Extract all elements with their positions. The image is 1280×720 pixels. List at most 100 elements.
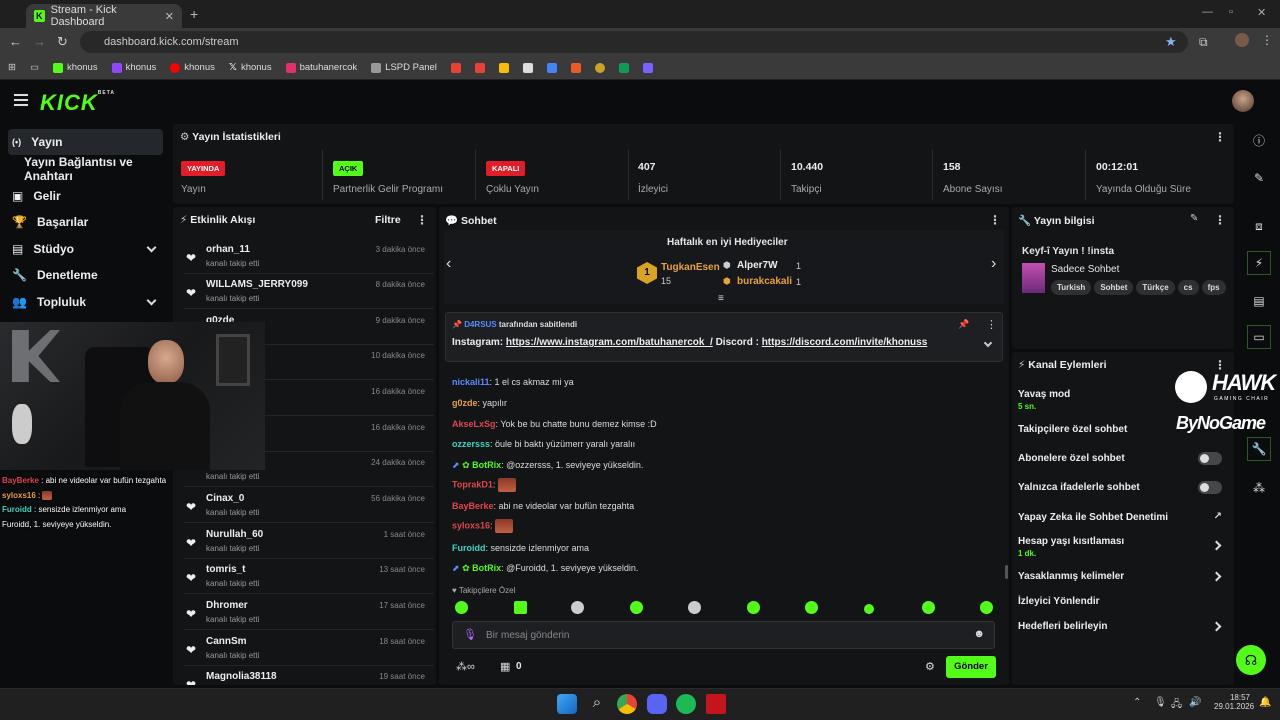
emote-icon[interactable] bbox=[922, 601, 935, 614]
sidebar-item-basarilar[interactable]: 🏆 Başarılar bbox=[8, 209, 163, 235]
external-link-icon[interactable]: ↗ bbox=[1214, 511, 1222, 522]
emote-icon[interactable] bbox=[514, 601, 527, 614]
bookmark-5[interactable]: batuhanercok bbox=[285, 62, 357, 73]
tag[interactable]: Sohbet bbox=[1094, 280, 1134, 295]
gmail-bookmark-icon[interactable] bbox=[450, 62, 461, 73]
new-tab-icon[interactable]: + bbox=[190, 6, 198, 22]
emotes-only-setting[interactable]: Yalnızca ifadelerle sohbet bbox=[1018, 481, 1228, 494]
back-icon[interactable]: ← bbox=[9, 34, 22, 49]
wrench-icon[interactable]: 🔧 bbox=[1247, 437, 1271, 461]
chrome-icon[interactable] bbox=[617, 694, 637, 714]
subscribers-only-setting[interactable]: Abonelere özel sohbet bbox=[1018, 452, 1228, 465]
close-window-icon[interactable]: ✕ bbox=[1257, 6, 1266, 19]
bookmark-6[interactable]: LSPD Panel bbox=[371, 62, 437, 73]
bookmark-4[interactable]: 𝕏khonus bbox=[229, 62, 272, 73]
emote-icon[interactable] bbox=[980, 601, 993, 614]
app-icon[interactable] bbox=[706, 694, 726, 714]
bookmark-star-icon[interactable]: ★ bbox=[1165, 34, 1177, 50]
stream-info-menu-icon[interactable]: ⋮ bbox=[1214, 213, 1226, 227]
collapse-icon[interactable]: ≡ bbox=[718, 293, 724, 304]
category-thumbnail[interactable] bbox=[1022, 263, 1045, 293]
apps-grid-icon[interactable]: ⊞ bbox=[8, 62, 16, 73]
folder-icon[interactable]: ▭ bbox=[30, 62, 39, 73]
tag[interactable]: Türkçe bbox=[1136, 280, 1175, 295]
maximize-icon[interactable]: ▫ bbox=[1229, 6, 1233, 18]
chat-icon[interactable]: ▭ bbox=[1247, 325, 1271, 349]
stats-menu-icon[interactable]: ⋮ bbox=[1214, 130, 1226, 144]
subscribers-only-toggle[interactable] bbox=[1198, 452, 1222, 465]
mic-icon[interactable]: 🎙 bbox=[463, 628, 477, 641]
sidebar-item-stream-key[interactable]: Yayın Bağlantısı ve Anahtarı bbox=[8, 155, 163, 183]
emoji-icon[interactable]: ☻ bbox=[973, 628, 985, 640]
edit-pencil-icon[interactable]: ✎ bbox=[1190, 213, 1198, 224]
forward-icon[interactable]: → bbox=[33, 34, 46, 49]
pinned-menu-icon[interactable]: ⋮ bbox=[986, 318, 997, 331]
crop-icon[interactable]: ⧈ bbox=[1247, 214, 1271, 238]
clock[interactable]: 18:57 29.01.2026 bbox=[1214, 693, 1254, 711]
gmail-bookmark-icon[interactable] bbox=[474, 62, 485, 73]
activity-icon[interactable]: ⚡ bbox=[1247, 251, 1271, 275]
sidebar-item-studyo[interactable]: ▤ Stüdyo bbox=[8, 236, 163, 262]
ai-moderation-setting[interactable]: Yapay Zeka ile Sohbet Denetimi ↗ bbox=[1018, 511, 1228, 523]
emote-icon[interactable] bbox=[864, 604, 874, 614]
next-arrow-icon[interactable]: › bbox=[991, 255, 996, 273]
banned-words-setting[interactable]: Yasaklanmış kelimeler bbox=[1018, 571, 1228, 582]
extensions-icon[interactable]: ⧉ bbox=[1199, 35, 1208, 50]
address-bar[interactable]: dashboard.kick.com/stream bbox=[80, 31, 1188, 53]
tray-chevron-icon[interactable]: ⌃ bbox=[1133, 697, 1141, 708]
support-headset-icon[interactable]: ☊ bbox=[1236, 645, 1266, 675]
info-icon[interactable]: ⓘ bbox=[1247, 128, 1271, 152]
sidebar-item-topluluk[interactable]: 👥 Topluluk bbox=[8, 289, 163, 315]
instagram-link[interactable]: https://www.instagram.com/batuhanercok_/ bbox=[506, 337, 713, 348]
store-icon[interactable]: ▦ bbox=[500, 660, 510, 673]
account-age-setting[interactable]: Hesap yaşı kısıtlaması 1 dk. bbox=[1018, 536, 1228, 558]
filter-button[interactable]: Filtre bbox=[375, 214, 401, 226]
prev-arrow-icon[interactable]: ‹ bbox=[446, 255, 451, 273]
discord-icon[interactable] bbox=[647, 694, 667, 714]
browser-tab[interactable]: K Stream - Kick Dashboard ✕ bbox=[26, 4, 182, 28]
doc-bookmark-icon[interactable] bbox=[522, 62, 533, 73]
sidebar-item-yayin[interactable]: (•) Yayın bbox=[8, 129, 163, 155]
mic-tray-icon[interactable]: 🎙 bbox=[1154, 697, 1167, 708]
activity-menu-icon[interactable]: ⋮ bbox=[416, 213, 428, 227]
chat-scrollbar[interactable] bbox=[1005, 565, 1008, 579]
emote-icon[interactable] bbox=[688, 601, 701, 614]
bookmark-icon[interactable] bbox=[570, 62, 581, 73]
emote-icon[interactable] bbox=[747, 601, 760, 614]
start-icon[interactable] bbox=[557, 694, 577, 714]
sidebar-item-gelir[interactable]: ▣ Gelir bbox=[8, 183, 163, 209]
reload-icon[interactable]: ↻ bbox=[57, 34, 68, 50]
edit-icon[interactable]: ✎ bbox=[1247, 166, 1271, 190]
emote-icon[interactable] bbox=[630, 601, 643, 614]
bookmark-2[interactable]: khonus bbox=[111, 62, 156, 73]
chat-input[interactable]: 🎙 Bir mesaj gönderin ☻ bbox=[452, 621, 995, 649]
tag[interactable]: cs bbox=[1177, 280, 1199, 295]
minimize-icon[interactable]: — bbox=[1202, 6, 1213, 18]
kick-logo[interactable]: KICKBETA bbox=[40, 90, 115, 116]
emotes-only-toggle[interactable] bbox=[1198, 481, 1222, 494]
sidebar-item-denetleme[interactable]: 🔧 Denetleme bbox=[8, 262, 163, 288]
bookmark-1[interactable]: khonus bbox=[52, 62, 98, 73]
drive-bookmark-icon[interactable] bbox=[546, 62, 557, 73]
bookmark-icon[interactable] bbox=[642, 62, 653, 73]
tag[interactable]: fps bbox=[1201, 280, 1226, 295]
tag[interactable]: Turkish bbox=[1051, 280, 1092, 295]
discord-link[interactable]: https://discord.com/invite/khonuss bbox=[762, 337, 928, 348]
category-name[interactable]: Sadece Sohbet bbox=[1051, 264, 1119, 275]
community-icon[interactable]: ⁂ bbox=[1247, 476, 1271, 500]
document-icon[interactable]: ▤ bbox=[1247, 289, 1271, 313]
send-button[interactable]: Gönder bbox=[946, 656, 996, 678]
network-icon[interactable]: 🖧 bbox=[1171, 697, 1182, 714]
notifications-icon[interactable]: 🔔 bbox=[1259, 697, 1271, 708]
profile-avatar[interactable] bbox=[1235, 33, 1249, 47]
emote-icon[interactable] bbox=[571, 601, 584, 614]
bookmark-icon[interactable] bbox=[594, 62, 605, 73]
search-icon[interactable]: ⌕ bbox=[587, 694, 607, 714]
user-avatar[interactable] bbox=[1232, 90, 1254, 112]
chat-menu-icon[interactable]: ⋮ bbox=[989, 213, 1001, 227]
viewer-redirect-setting[interactable]: İzleyici Yönlendir bbox=[1018, 596, 1228, 607]
top-gifter-name[interactable]: TugkanEsen bbox=[661, 262, 720, 273]
close-tab-icon[interactable]: ✕ bbox=[165, 10, 174, 23]
spotify-icon[interactable] bbox=[676, 694, 696, 714]
emote-icon[interactable] bbox=[455, 601, 468, 614]
